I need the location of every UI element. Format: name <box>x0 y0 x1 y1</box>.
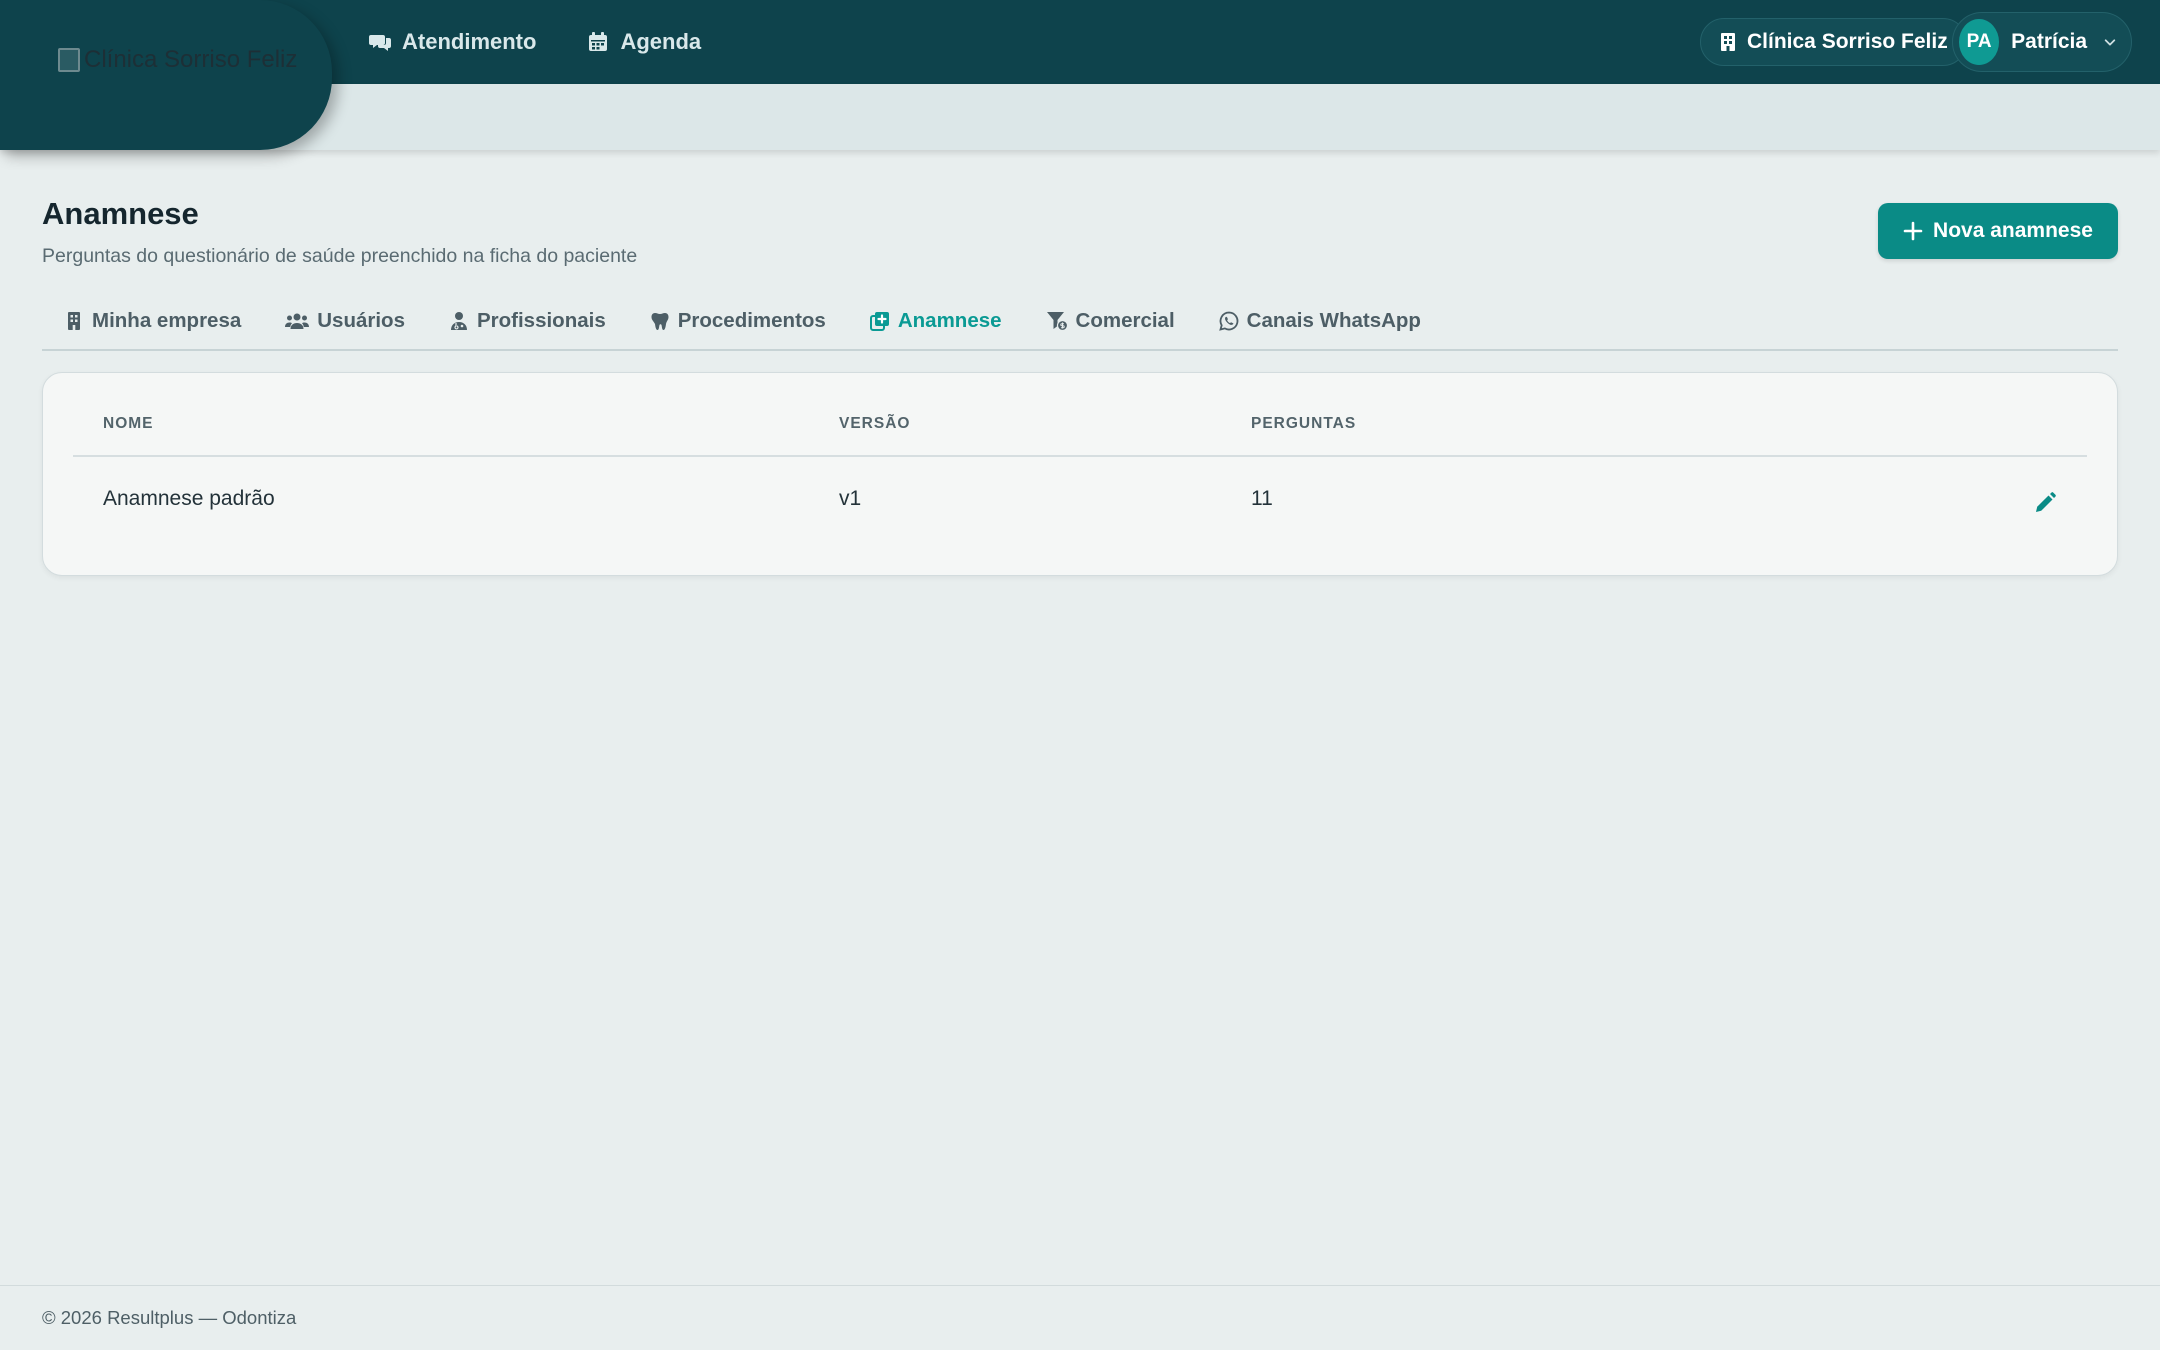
tab-usuarios[interactable]: Usuários <box>263 300 427 342</box>
footer-copyright: © 2026 Resultplus — Odontiza <box>42 1307 297 1328</box>
clinic-name: Clínica Sorriso Feliz <box>1747 30 1948 53</box>
anamnese-table-card: NOME VERSÃO PERGUNTAS Anamnese padrão v1… <box>42 372 2118 576</box>
tab-label: Comercial <box>1075 309 1175 332</box>
tab-label: Usuários <box>317 309 405 332</box>
broken-image-icon <box>58 48 80 72</box>
tab-label: Profissionais <box>476 309 606 332</box>
logo-container[interactable]: Clínica Sorriso Feliz <box>0 0 332 150</box>
page-subtitle: Perguntas do questionário de saúde preen… <box>42 245 638 267</box>
table-header: NOME VERSÃO PERGUNTAS <box>73 415 2087 457</box>
funnel-dollar-icon <box>1046 312 1068 331</box>
nav-item-atendimento[interactable]: Atendimento <box>368 29 536 55</box>
tab-minha-empresa[interactable]: Minha empresa <box>42 300 263 342</box>
pencil-icon <box>2036 492 2056 512</box>
new-anamnese-label: Nova anamnese <box>1933 219 2093 242</box>
building-icon <box>68 312 80 330</box>
calendar-icon <box>589 32 608 51</box>
column-header-nome: NOME <box>103 415 154 432</box>
tab-label: Procedimentos <box>677 309 826 332</box>
logo-alt-text: Clínica Sorriso Feliz <box>84 46 298 73</box>
tab-comercial[interactable]: Comercial <box>1024 300 1197 342</box>
doctor-icon <box>450 312 467 330</box>
column-header-perguntas: PERGUNTAS <box>1251 415 1357 432</box>
cell-nome: Anamnese padrão <box>103 487 275 510</box>
tab-procedimentos[interactable]: Procedimentos <box>628 300 848 342</box>
whatsapp-icon <box>1218 311 1238 331</box>
tab-canais-whatsapp[interactable]: Canais WhatsApp <box>1197 300 1443 342</box>
chat-bubbles-icon <box>369 35 391 51</box>
nav-label: Atendimento <box>402 29 537 54</box>
tab-label: Canais WhatsApp <box>1246 309 1421 332</box>
page-title: Anamnese <box>42 196 199 231</box>
footer-divider <box>0 1285 2160 1286</box>
settings-tabs: Minha empresa Usuários Profissionais Pro… <box>42 300 2118 351</box>
tab-profissionais[interactable]: Profissionais <box>427 300 628 342</box>
users-icon <box>285 313 310 329</box>
tab-label: Minha empresa <box>92 309 242 332</box>
table-row[interactable]: Anamnese padrão v1 11 <box>73 459 2087 539</box>
cell-perguntas: 11 <box>1251 487 1273 510</box>
nav-item-agenda[interactable]: Agenda <box>586 29 701 55</box>
tab-anamnese[interactable]: Anamnese <box>848 300 1024 342</box>
chevron-down-icon <box>2104 39 2116 46</box>
building-icon <box>1721 33 1735 51</box>
plus-icon <box>1903 221 1923 241</box>
column-header-versao: VERSÃO <box>839 415 911 432</box>
edit-button[interactable] <box>2033 491 2059 517</box>
new-anamnese-button[interactable]: Nova anamnese <box>1878 203 2118 259</box>
user-name: Patrícia <box>2011 30 2088 53</box>
tooth-icon <box>651 313 669 330</box>
clinic-selector[interactable]: Clínica Sorriso Feliz <box>1700 18 1967 66</box>
notes-medical-icon <box>869 312 889 331</box>
clinic-logo[interactable]: Clínica Sorriso Feliz <box>58 46 297 74</box>
main-nav: Atendimento Agenda <box>368 22 701 62</box>
tab-label: Anamnese <box>897 309 1002 332</box>
avatar: PA <box>1959 19 2000 65</box>
user-menu[interactable]: PA Patrícia <box>1952 12 2132 72</box>
cell-versao: v1 <box>839 487 862 510</box>
nav-label: Agenda <box>620 29 702 54</box>
